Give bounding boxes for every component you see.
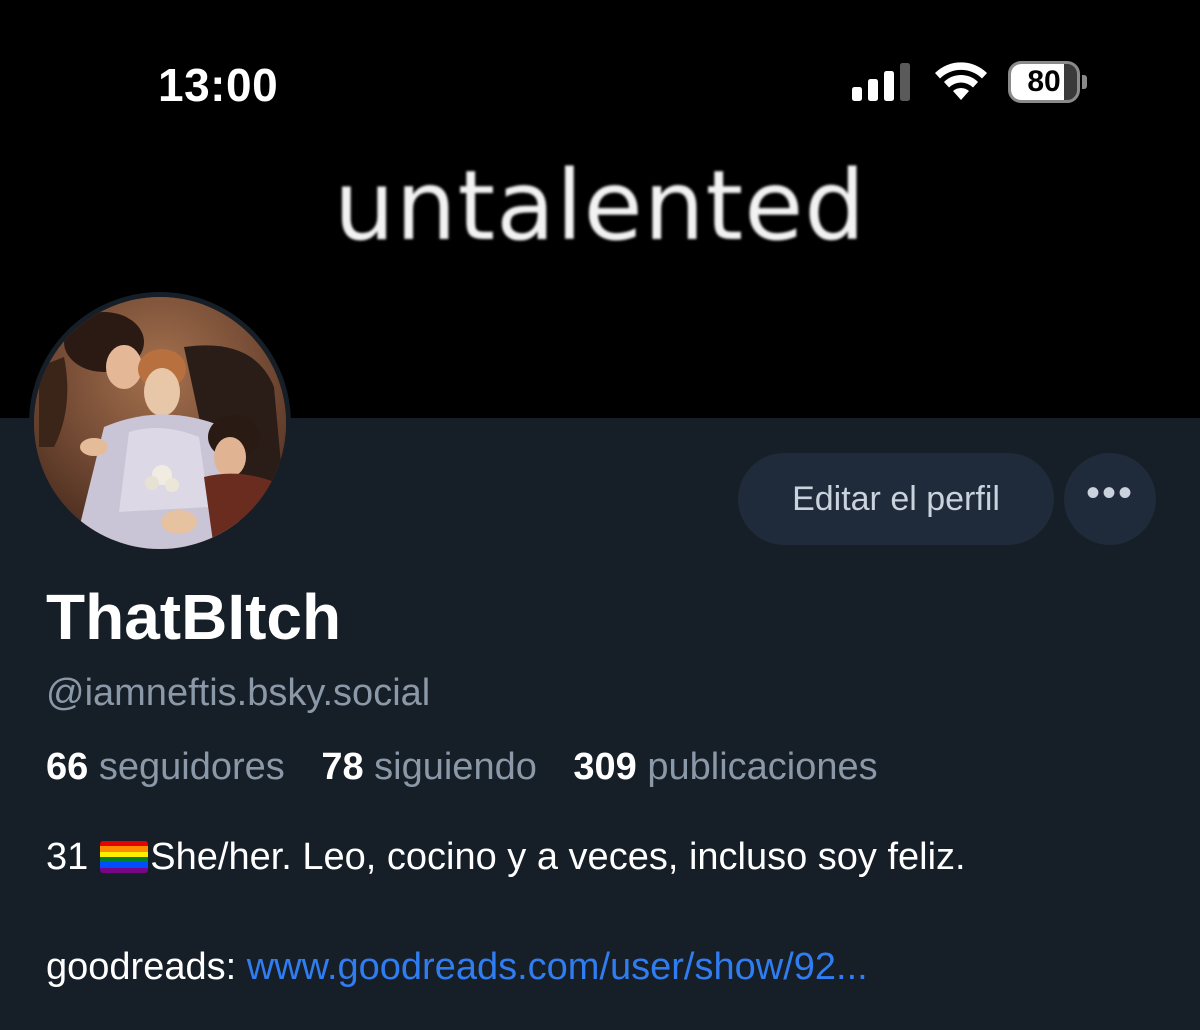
following-count: 78 [321,746,364,788]
display-name: ThatBItch [46,581,342,653]
banner-text: untalented [333,150,867,262]
profile-stats: 66 seguidores 78 siguiendo 309 publicaci… [46,746,904,789]
bio-age: 31 [46,836,89,878]
status-time: 13:00 [158,59,279,111]
goodreads-label: goodreads: [46,946,237,988]
following-label: siguiendo [374,746,537,788]
more-options-button[interactable]: ••• [1064,453,1156,545]
followers-label: seguidores [98,746,285,788]
posts-label: publicaciones [647,746,878,788]
edit-profile-button[interactable]: Editar el perfil [738,453,1054,545]
posts-stat: 309 publicaciones [573,746,877,788]
profile-bio: 31 She/her. Leo, cocino y a veces, inclus… [46,836,966,879]
cellular-signal-icon [852,63,910,101]
avatar[interactable] [29,292,291,554]
rainbow-flag-icon [100,841,149,873]
avatar-painting-image [34,297,286,549]
wifi-icon [935,62,987,100]
followers-stat[interactable]: 66 seguidores [46,746,285,788]
status-bar: 13:00 80 [0,0,1200,150]
bio-text: She/her. Leo, cocino y a veces, incluso … [150,836,966,878]
following-stat[interactable]: 78 siguiendo [321,746,537,788]
profile-handle: @iamneftis.bsky.social [46,672,431,714]
bio-goodreads-line: goodreads: www.goodreads.com/user/show/9… [46,946,868,989]
followers-count: 66 [46,746,89,788]
battery-indicator: 80 [1008,61,1087,103]
battery-percent: 80 [1027,65,1061,98]
more-options-icon: ••• [1085,471,1134,515]
goodreads-link[interactable]: www.goodreads.com/user/show/92... [247,946,868,988]
posts-count: 309 [573,746,637,788]
